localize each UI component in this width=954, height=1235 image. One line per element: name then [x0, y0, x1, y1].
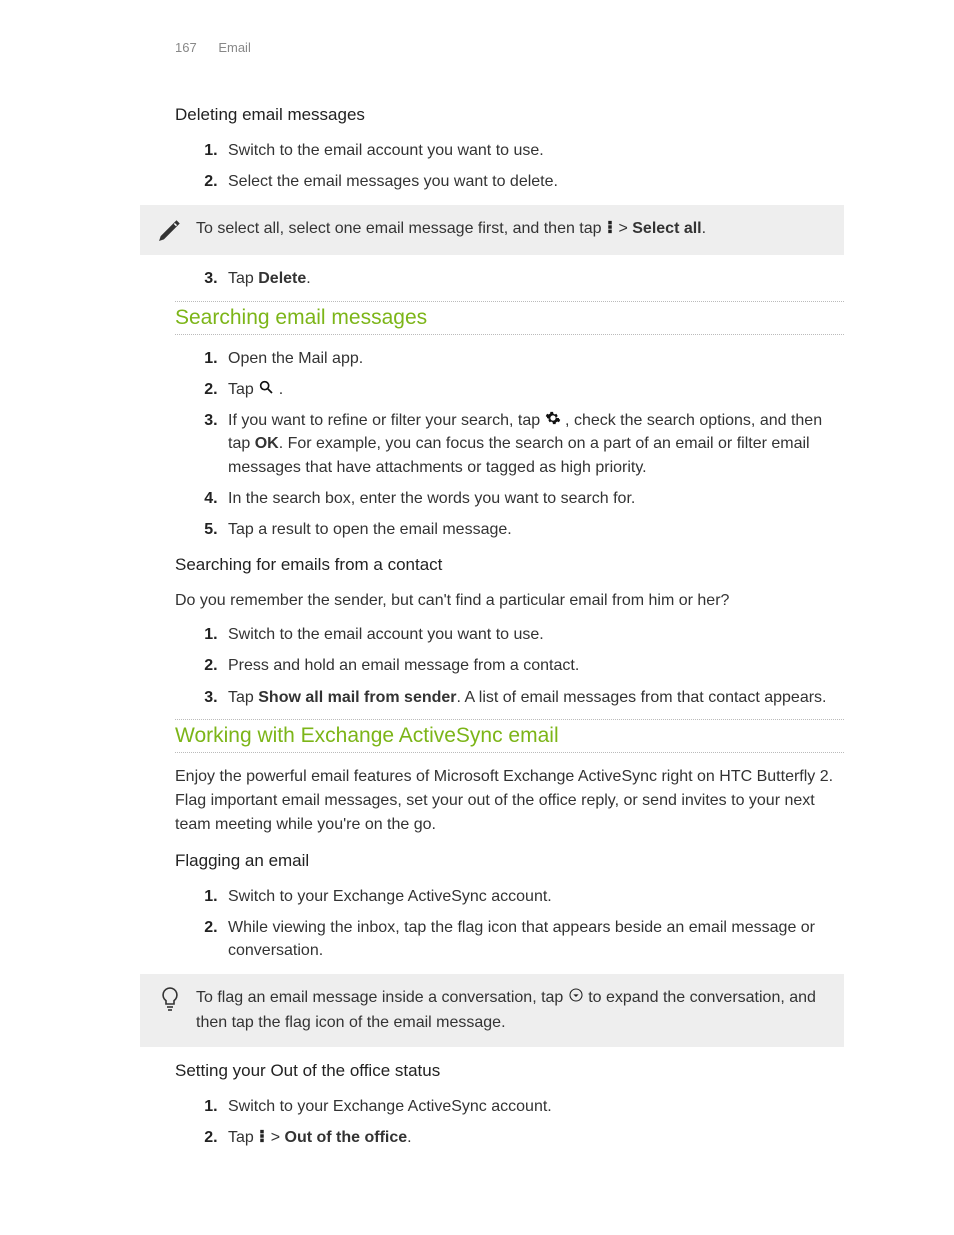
- flag-title: Flagging an email: [175, 851, 844, 871]
- overflow-icon: [606, 216, 614, 240]
- deleting-steps-a: Switch to the email account you want to …: [200, 139, 844, 193]
- manual-page: 167 Email Deleting email messages Switch…: [0, 0, 954, 1235]
- pencil-icon: [154, 217, 186, 243]
- list-item: Open the Mail app.: [222, 347, 844, 370]
- searching-steps: Open the Mail app. Tap . If you want to …: [200, 347, 844, 542]
- overflow-icon: [258, 1125, 266, 1148]
- list-item: While viewing the inbox, tap the flag ic…: [222, 916, 844, 962]
- list-item: If you want to refine or filter your sea…: [222, 409, 844, 479]
- list-item: In the search box, enter the words you w…: [222, 487, 844, 510]
- ooo-title: Setting your Out of the office status: [175, 1061, 844, 1081]
- gear-icon: [545, 408, 561, 431]
- note-text: To flag an email message inside a conver…: [196, 986, 830, 1034]
- contact-steps: Switch to the email account you want to …: [200, 623, 844, 709]
- list-item: Tap a result to open the email message.: [222, 518, 844, 541]
- contact-title: Searching for emails from a contact: [175, 555, 844, 575]
- expand-icon: [568, 985, 584, 1009]
- flag-steps: Switch to your Exchange ActiveSync accou…: [200, 885, 844, 963]
- list-item: Tap .: [222, 378, 844, 401]
- section-name: Email: [218, 40, 251, 55]
- page-number: 167: [175, 40, 197, 55]
- list-item: Tap > Out of the office.: [222, 1126, 844, 1149]
- list-item: Switch to your Exchange ActiveSync accou…: [222, 885, 844, 908]
- note-select-all: To select all, select one email message …: [140, 205, 844, 255]
- tip-icon: [154, 986, 186, 1014]
- deleting-steps-b: Tap Delete.: [200, 267, 844, 290]
- page-header: 167 Email: [175, 40, 844, 55]
- note-text: To select all, select one email message …: [196, 217, 830, 241]
- list-item: Switch to the email account you want to …: [222, 139, 844, 162]
- ooo-steps: Switch to your Exchange ActiveSync accou…: [200, 1095, 844, 1150]
- contact-intro: Do you remember the sender, but can't fi…: [175, 589, 844, 613]
- list-item: Switch to your Exchange ActiveSync accou…: [222, 1095, 844, 1118]
- list-item: Press and hold an email message from a c…: [222, 654, 844, 677]
- activesync-title: Working with Exchange ActiveSync email: [175, 719, 844, 753]
- search-icon: [258, 377, 274, 400]
- list-item: Tap Show all mail from sender. A list of…: [222, 686, 844, 709]
- list-item: Switch to the email account you want to …: [222, 623, 844, 646]
- list-item: Select the email messages you want to de…: [222, 170, 844, 193]
- activesync-intro: Enjoy the powerful email features of Mic…: [175, 765, 844, 837]
- searching-title: Searching email messages: [175, 301, 844, 335]
- list-item: Tap Delete.: [222, 267, 844, 290]
- note-flag-conversation: To flag an email message inside a conver…: [140, 974, 844, 1046]
- deleting-title: Deleting email messages: [175, 105, 844, 125]
